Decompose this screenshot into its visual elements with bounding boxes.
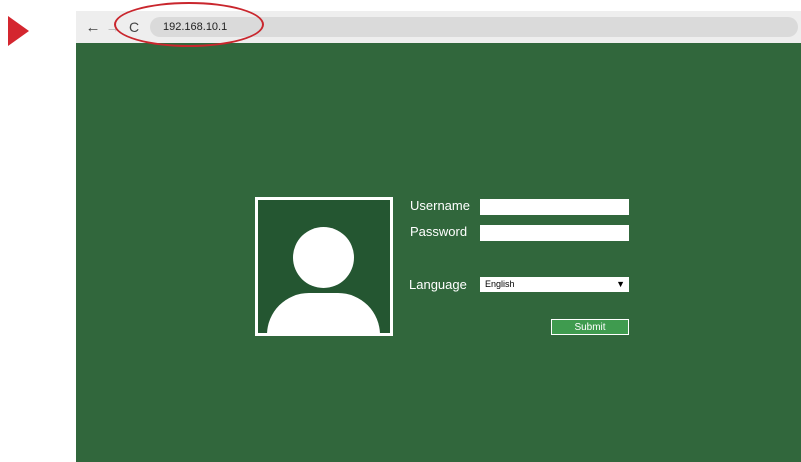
forward-arrow-icon[interactable]: → — [103, 16, 123, 38]
user-avatar-icon — [255, 197, 393, 336]
back-arrow-icon[interactable]: ← — [83, 16, 103, 38]
dropdown-arrow-icon: ▼ — [616, 279, 625, 289]
pointer-marker-icon — [8, 16, 29, 46]
language-label: Language — [409, 277, 467, 292]
language-selected-value: English — [485, 279, 515, 289]
browser-toolbar: ← → C — [76, 2, 801, 47]
address-input[interactable] — [163, 17, 763, 37]
password-label: Password — [410, 224, 468, 239]
username-label: Username — [410, 198, 470, 213]
password-field[interactable] — [480, 225, 629, 241]
submit-button[interactable]: Submit — [551, 319, 629, 335]
avatar-body — [267, 293, 380, 333]
reload-icon[interactable]: C — [124, 16, 144, 38]
address-bar[interactable] — [150, 17, 798, 37]
browser-window: ← → C Username Password Language English… — [76, 2, 801, 462]
language-select[interactable]: English ▼ — [480, 277, 629, 292]
username-field[interactable] — [480, 199, 629, 215]
avatar-head — [293, 227, 354, 288]
